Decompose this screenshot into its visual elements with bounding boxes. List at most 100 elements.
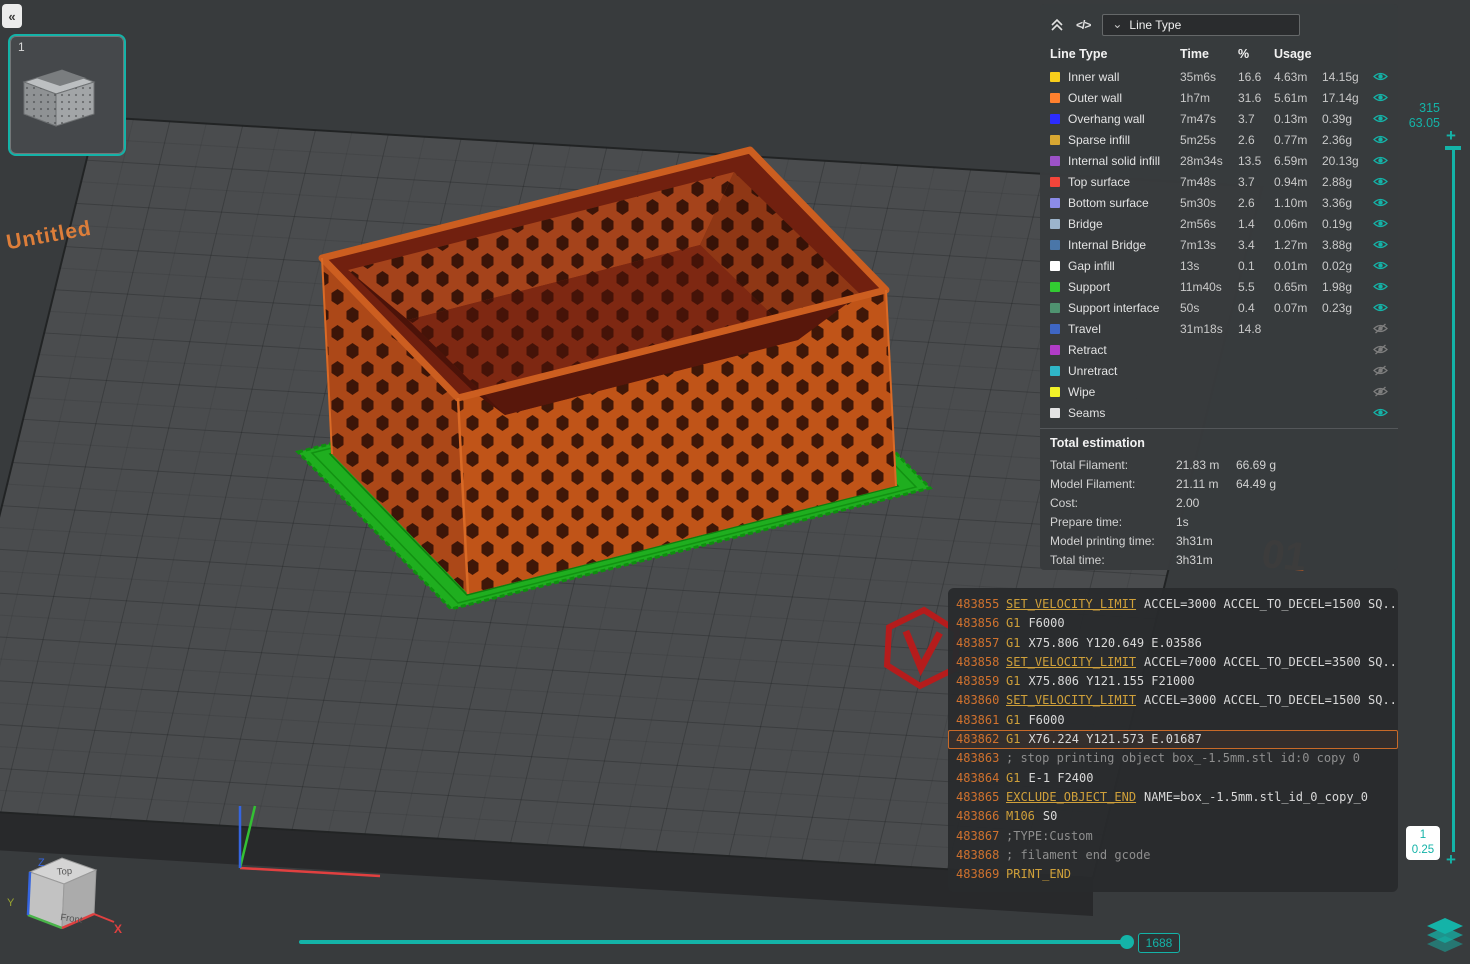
gcode-line[interactable]: 483859G1X75.806 Y121.155 F21000 — [948, 672, 1398, 691]
move-slider-track[interactable] — [299, 940, 1129, 944]
line-type-time: 7m47s — [1180, 112, 1238, 126]
line-type-color-chip — [1050, 282, 1060, 292]
line-type-label: Internal solid infill — [1068, 154, 1180, 168]
gcode-line[interactable]: 483865EXCLUDE_OBJECT_ENDNAME=box_-1.5mm.… — [948, 788, 1398, 807]
gcode-line-number: 483859 — [956, 672, 1006, 691]
gcode-line[interactable]: 483861G1F6000 — [948, 711, 1398, 730]
line-type-row: Top surface7m48s3.70.94m2.88g — [1040, 171, 1398, 192]
line-type-row: Bridge2m56s1.40.06m0.19g — [1040, 213, 1398, 234]
line-type-length: 6.59m — [1274, 154, 1322, 168]
line-type-weight: 20.13g — [1322, 154, 1372, 168]
gcode-line[interactable]: 483860SET_VELOCITY_LIMITACCEL=3000 ACCEL… — [948, 691, 1398, 710]
visibility-eye-icon[interactable] — [1373, 176, 1388, 187]
line-type-length: 0.94m — [1274, 175, 1322, 189]
layer-slider-bottom-handle[interactable]: 1 0.25 — [1406, 826, 1440, 860]
line-type-percent: 0.4 — [1238, 301, 1274, 315]
visibility-eye-icon[interactable] — [1373, 134, 1388, 145]
gcode-line-selected[interactable]: 483862G1X76.224 Y121.573 E.01687 — [948, 730, 1398, 749]
visibility-eye-icon[interactable] — [1373, 155, 1388, 166]
total-value-1: 21.11 m — [1176, 477, 1236, 491]
visibility-eye-icon[interactable] — [1373, 302, 1388, 313]
line-type-color-chip — [1050, 198, 1060, 208]
gcode-params: ; stop printing object box_-1.5mm.stl id… — [1006, 749, 1360, 768]
gcode-line[interactable]: 483869PRINT_END — [948, 865, 1398, 884]
gcode-command: G1 — [1006, 730, 1020, 749]
move-slider-handle[interactable] — [1120, 935, 1134, 949]
line-type-label: Wipe — [1068, 385, 1180, 399]
visibility-eye-icon[interactable] — [1373, 92, 1388, 103]
line-type-label: Outer wall — [1068, 91, 1180, 105]
line-type-label: Support — [1068, 280, 1180, 294]
line-type-weight: 0.23g — [1322, 301, 1372, 315]
line-type-length: 0.07m — [1274, 301, 1322, 315]
visibility-eye-icon[interactable] — [1373, 197, 1388, 208]
gcode-line[interactable]: 483856G1F6000 — [948, 614, 1398, 633]
visibility-eye-icon[interactable] — [1373, 407, 1388, 418]
visibility-eye-icon[interactable] — [1373, 323, 1388, 334]
line-type-weight: 2.36g — [1322, 133, 1372, 147]
gcode-line[interactable]: 483868; filament end gcode — [948, 846, 1398, 865]
visibility-eye-icon[interactable] — [1373, 386, 1388, 397]
line-type-time: 28m34s — [1180, 154, 1238, 168]
view-type-dropdown[interactable]: ⌄ Line Type — [1102, 14, 1300, 36]
sidebar-collapse-button[interactable]: « — [2, 4, 22, 28]
total-label: Total Filament: — [1050, 458, 1176, 472]
line-type-weight: 17.14g — [1322, 91, 1372, 105]
gcode-params: F6000 — [1028, 711, 1064, 730]
line-type-label: Support interface — [1068, 301, 1180, 315]
line-type-row: Wipe — [1040, 381, 1398, 402]
orientation-cube[interactable]: Top Front X Y Z — [2, 840, 132, 958]
line-type-color-chip — [1050, 177, 1060, 187]
total-estimation-row: Model printing time:3h31m — [1040, 531, 1398, 550]
line-type-percent: 3.4 — [1238, 238, 1274, 252]
line-type-panel: </> ⌄ Line Type Line Type Time % Usage I… — [1040, 4, 1398, 570]
line-type-weight: 0.02g — [1322, 259, 1372, 273]
move-slider-value: 1688 — [1138, 933, 1180, 953]
line-type-row: Sparse infill5m25s2.60.77m2.36g — [1040, 129, 1398, 150]
total-label: Prepare time: — [1050, 515, 1176, 529]
line-type-time: 7m13s — [1180, 238, 1238, 252]
gcode-line[interactable]: 483858SET_VELOCITY_LIMITACCEL=7000 ACCEL… — [948, 653, 1398, 672]
gcode-command: SET_VELOCITY_LIMIT — [1006, 595, 1136, 614]
line-type-color-chip — [1050, 408, 1060, 418]
layers-icon[interactable] — [1426, 918, 1464, 957]
gcode-line[interactable]: 483866M106S0 — [948, 807, 1398, 826]
plate-thumbnail[interactable]: 1 — [8, 34, 126, 156]
line-type-label: Inner wall — [1068, 70, 1180, 84]
line-type-color-chip — [1050, 156, 1060, 166]
add-layer-change-top-button[interactable]: + — [1446, 126, 1456, 146]
gcode-params: ACCEL=3000 ACCEL_TO_DECEL=1500 SQ... — [1144, 691, 1398, 710]
gcode-params: F6000 — [1028, 614, 1064, 633]
bottom-layer-height: 0.25 — [1406, 843, 1440, 858]
line-type-time: 1h7m — [1180, 91, 1238, 105]
gcode-line-number: 483867 — [956, 827, 1006, 846]
gcode-params: X75.806 Y121.155 F21000 — [1028, 672, 1194, 691]
add-layer-change-bottom-button[interactable]: + — [1446, 850, 1456, 870]
visibility-eye-icon[interactable] — [1373, 71, 1388, 82]
gcode-line[interactable]: 483867;TYPE:Custom — [948, 827, 1398, 846]
visibility-eye-icon[interactable] — [1373, 281, 1388, 292]
gcode-line[interactable]: 483857G1X75.806 Y120.649 E.03586 — [948, 634, 1398, 653]
gcode-window-icon[interactable]: </> — [1076, 18, 1090, 32]
visibility-eye-icon[interactable] — [1373, 218, 1388, 229]
line-type-color-chip — [1050, 240, 1060, 250]
gcode-params: X76.224 Y121.573 E.01687 — [1028, 730, 1201, 749]
gcode-line[interactable]: 483855SET_VELOCITY_LIMITACCEL=3000 ACCEL… — [948, 595, 1398, 614]
gcode-line[interactable]: 483864G1E-1 F2400 — [948, 769, 1398, 788]
gcode-line-number: 483858 — [956, 653, 1006, 672]
visibility-eye-icon[interactable] — [1373, 113, 1388, 124]
line-type-percent: 3.7 — [1238, 112, 1274, 126]
panel-collapse-icon[interactable] — [1050, 18, 1064, 32]
gcode-params: X75.806 Y120.649 E.03586 — [1028, 634, 1201, 653]
visibility-eye-icon[interactable] — [1373, 260, 1388, 271]
layer-slider-track[interactable] — [1452, 148, 1455, 852]
visibility-eye-icon[interactable] — [1373, 239, 1388, 250]
gcode-line[interactable]: 483863; stop printing object box_-1.5mm.… — [948, 749, 1398, 768]
visibility-eye-icon[interactable] — [1373, 365, 1388, 376]
gcode-params: E-1 F2400 — [1028, 769, 1093, 788]
gcode-command: G1 — [1006, 769, 1020, 788]
gcode-command: SET_VELOCITY_LIMIT — [1006, 691, 1136, 710]
gcode-viewer-panel[interactable]: 483855SET_VELOCITY_LIMITACCEL=3000 ACCEL… — [948, 588, 1398, 892]
visibility-eye-icon[interactable] — [1373, 344, 1388, 355]
line-type-weight: 2.88g — [1322, 175, 1372, 189]
